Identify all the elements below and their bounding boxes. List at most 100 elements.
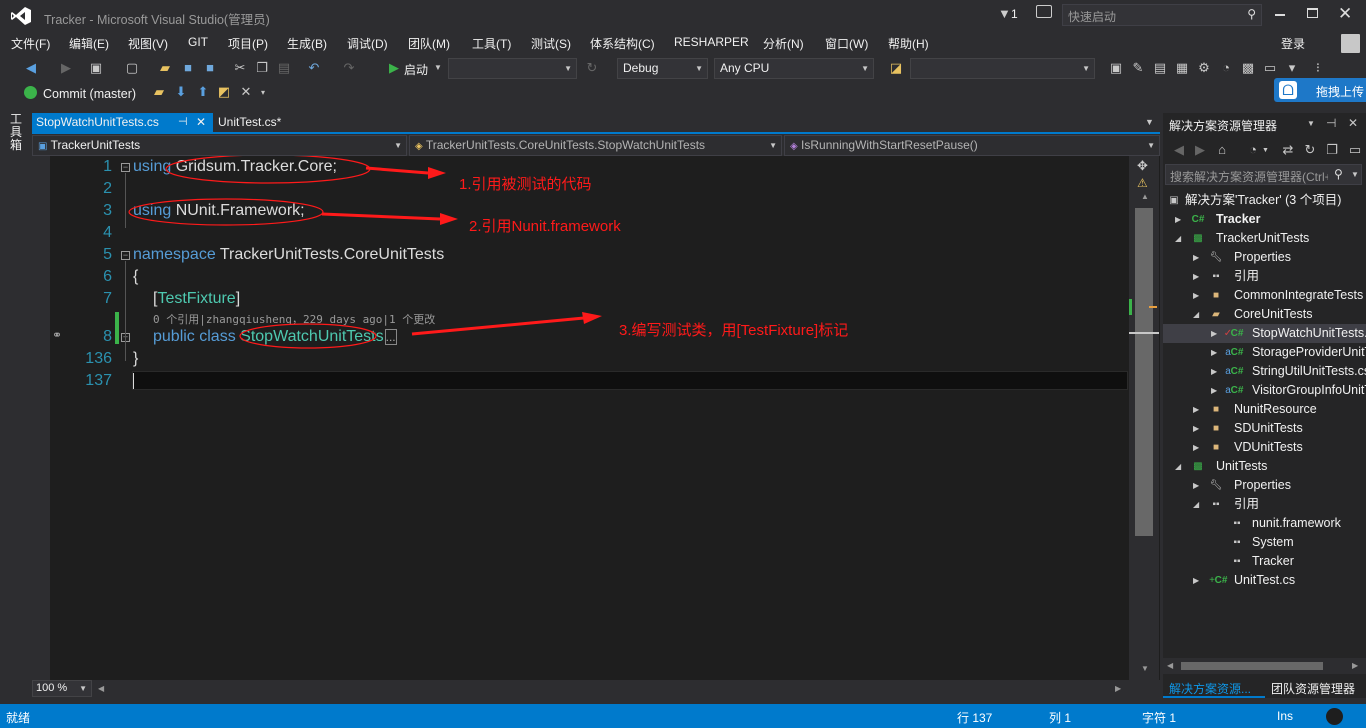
menu-architecture[interactable]: 体系结构(C)	[590, 35, 655, 52]
close-tab-icon[interactable]: ✕	[196, 113, 206, 132]
tab-overflow-icon[interactable]: ▼	[1145, 117, 1154, 127]
tree-node-solution[interactable]: ▣ 解决方案'Tracker' (3 个项目)	[1163, 191, 1366, 210]
tree-node-unittests[interactable]: ◢ ▩ UnitTests	[1163, 457, 1366, 476]
toolbar-icon-8[interactable]: ▭	[1262, 60, 1278, 76]
tree-node-stringutilunittests[interactable]: ▶ a C# StringUtilUnitTests.cs	[1163, 362, 1366, 381]
editor-vertical-scrollbar[interactable]: ✥ ⚠ ▲ ▼	[1129, 156, 1159, 680]
tree-node-visitorgroupinfounittests[interactable]: ▶ a C# VisitorGroupInfoUnitTests.cs	[1163, 381, 1366, 400]
toolbar-icon-5[interactable]: ⚙	[1196, 60, 1212, 76]
solution-search-input[interactable]: 搜索解决方案资源管理器(Ctrl+;) ⚲ ▼	[1165, 164, 1362, 185]
undo-icon[interactable]: ↶	[306, 60, 322, 76]
menu-build[interactable]: 生成(B)	[287, 35, 327, 52]
expand-icon[interactable]: ▶	[1193, 400, 1203, 419]
expand-icon[interactable]: ▶	[1211, 343, 1221, 362]
pull-icon[interactable]: ⬇	[173, 84, 189, 100]
expand-icon[interactable]: ▶	[1211, 381, 1221, 400]
git-tools-icon[interactable]: ✕	[238, 84, 254, 100]
collapse-icon[interactable]: ◢	[1175, 229, 1185, 248]
menu-file[interactable]: 文件(F)	[11, 35, 50, 52]
maximize-icon[interactable]	[1307, 8, 1318, 18]
tab-solution-explorer-label[interactable]: 解决方案资源...	[1169, 680, 1251, 697]
class-combo[interactable]: ◈ TrackerUnitTests.CoreUnitTests.StopWat…	[409, 135, 782, 156]
collapse-icon[interactable]: ◢	[1193, 495, 1203, 514]
back-icon[interactable]: ◀	[23, 60, 39, 76]
save-all-icon[interactable]: ■	[202, 60, 218, 76]
platform-combo[interactable]: Any CPU ▼	[714, 58, 874, 79]
expand-icon[interactable]: ▶	[1193, 267, 1203, 286]
tree-node-trackerunittests[interactable]: ◢ ▩ TrackerUnitTests	[1163, 229, 1366, 248]
tree-node-properties[interactable]: ▶ 🔧︎ Properties	[1163, 248, 1366, 267]
notification-flag-icon[interactable]: ▼	[998, 6, 1011, 21]
menu-debug[interactable]: 调试(D)	[347, 35, 388, 52]
start-dropdown-icon[interactable]: ▼	[434, 63, 442, 72]
tree-node-unittests-references[interactable]: ◢ ▪▪ 引用	[1163, 495, 1366, 514]
feedback-icon[interactable]	[1036, 5, 1052, 18]
refresh-icon[interactable]: ↻	[1302, 142, 1318, 158]
status-indicator-icon[interactable]	[1326, 708, 1343, 725]
chevron-down-icon[interactable]: ▼	[1262, 147, 1269, 154]
tree-node-coreunittests[interactable]: ◢ ▰ CoreUnitTests	[1163, 305, 1366, 324]
changes-icon[interactable]: ▰	[151, 84, 167, 100]
menu-edit[interactable]: 编辑(E)	[69, 35, 109, 52]
split-icon[interactable]: ✥	[1137, 158, 1148, 174]
solution-horizontal-scrollbar[interactable]: ◀ ▶	[1163, 658, 1366, 674]
menu-test[interactable]: 测试(S)	[531, 35, 571, 52]
open-folder-icon[interactable]: ▰	[157, 60, 173, 76]
expand-icon[interactable]: ▶	[1193, 419, 1203, 438]
expand-icon[interactable]: ▶	[1175, 210, 1185, 229]
wrench-icon[interactable]: ✎	[1130, 60, 1146, 76]
expand-icon[interactable]: ▶	[1193, 248, 1203, 267]
save-icon[interactable]: ■	[180, 60, 196, 76]
scroll-down-icon[interactable]: ▼	[1141, 664, 1149, 673]
menu-analyze[interactable]: 分析(N)	[763, 35, 804, 52]
tree-node-sdunittests[interactable]: ▶ ■ SDUnitTests	[1163, 419, 1366, 438]
toolbar-icon-3[interactable]: ▤	[1152, 60, 1168, 76]
upload-badge[interactable]: ᗝ 拖拽上传	[1274, 78, 1366, 102]
tree-node-unittest-cs[interactable]: ▶ + C# UnitTest.cs	[1163, 571, 1366, 590]
overflow-icon[interactable]: ▾	[261, 88, 265, 97]
close-icon[interactable]: ✕	[1348, 116, 1358, 130]
toolbar-icon-6[interactable]: ◔	[1218, 60, 1234, 76]
chevron-down-icon[interactable]: ▼	[1307, 119, 1315, 128]
scroll-left-icon[interactable]: ◀	[1167, 661, 1173, 670]
menu-tools[interactable]: 工具(T)	[472, 35, 511, 52]
expand-icon[interactable]: ▶	[1193, 571, 1203, 590]
add-item-icon[interactable]: ▢	[124, 60, 140, 76]
scroll-right-icon[interactable]: ▶	[1352, 661, 1358, 670]
tab-team-explorer[interactable]: 团队资源管理器	[1271, 680, 1355, 697]
signin-link[interactable]: 登录	[1281, 35, 1305, 52]
close-icon[interactable]: ✕	[1338, 4, 1352, 24]
toolbar-icon-4[interactable]: ▦	[1174, 60, 1190, 76]
target-combo[interactable]: ▼	[448, 58, 577, 79]
tree-node-ref-tracker[interactable]: ▪▪ Tracker	[1163, 552, 1366, 571]
toolbox-tab[interactable]: 工具箱	[10, 113, 24, 152]
pending-changes-icon[interactable]: ⇄	[1280, 142, 1296, 158]
commit-button[interactable]: Commit (master)	[43, 87, 136, 101]
tab-unittest[interactable]: UnitTest.cs*	[214, 113, 324, 132]
push-icon[interactable]: ⬆	[195, 84, 211, 100]
new-project-icon[interactable]: ▣	[88, 60, 104, 76]
toolbar-icon-10[interactable]: ⁝	[1310, 60, 1326, 76]
expand-icon[interactable]: ▶	[1211, 324, 1221, 343]
menu-help[interactable]: 帮助(H)	[888, 35, 929, 52]
expand-icon[interactable]: ▶	[1193, 476, 1203, 495]
tree-node-ref-system[interactable]: ▪▪ System	[1163, 533, 1366, 552]
tree-node-commonintegratetests[interactable]: ▶ ■ CommonIntegrateTests	[1163, 286, 1366, 305]
refresh-icon[interactable]: ↻	[584, 60, 600, 76]
paste-icon[interactable]: ▤	[276, 60, 292, 76]
avatar-icon[interactable]	[1341, 34, 1360, 53]
find-combo[interactable]: ▼	[910, 58, 1095, 79]
pin-icon[interactable]: ⊣	[178, 113, 188, 132]
toolbar-icon-1[interactable]: ▣	[1108, 60, 1124, 76]
code-editor[interactable]: 1 2 3 4 5 6 7 8 136 137 ⚭ − − + using Gr…	[32, 156, 1160, 680]
pin-icon[interactable]: ⊣	[1326, 116, 1336, 130]
forward-icon[interactable]: ▶	[1192, 142, 1208, 158]
copy-icon[interactable]: ❐	[254, 60, 270, 76]
project-combo[interactable]: ▣ TrackerUnitTests ▼	[32, 135, 407, 156]
scroll-thumb[interactable]	[1181, 662, 1323, 670]
zoom-combo[interactable]: 100 % ▼	[32, 680, 92, 697]
expand-icon[interactable]: ▶	[1193, 438, 1203, 457]
find-in-files-icon[interactable]: ◪	[888, 60, 904, 76]
forward-icon[interactable]: ▶	[58, 60, 74, 76]
scroll-left-icon[interactable]: ◀	[98, 684, 104, 693]
